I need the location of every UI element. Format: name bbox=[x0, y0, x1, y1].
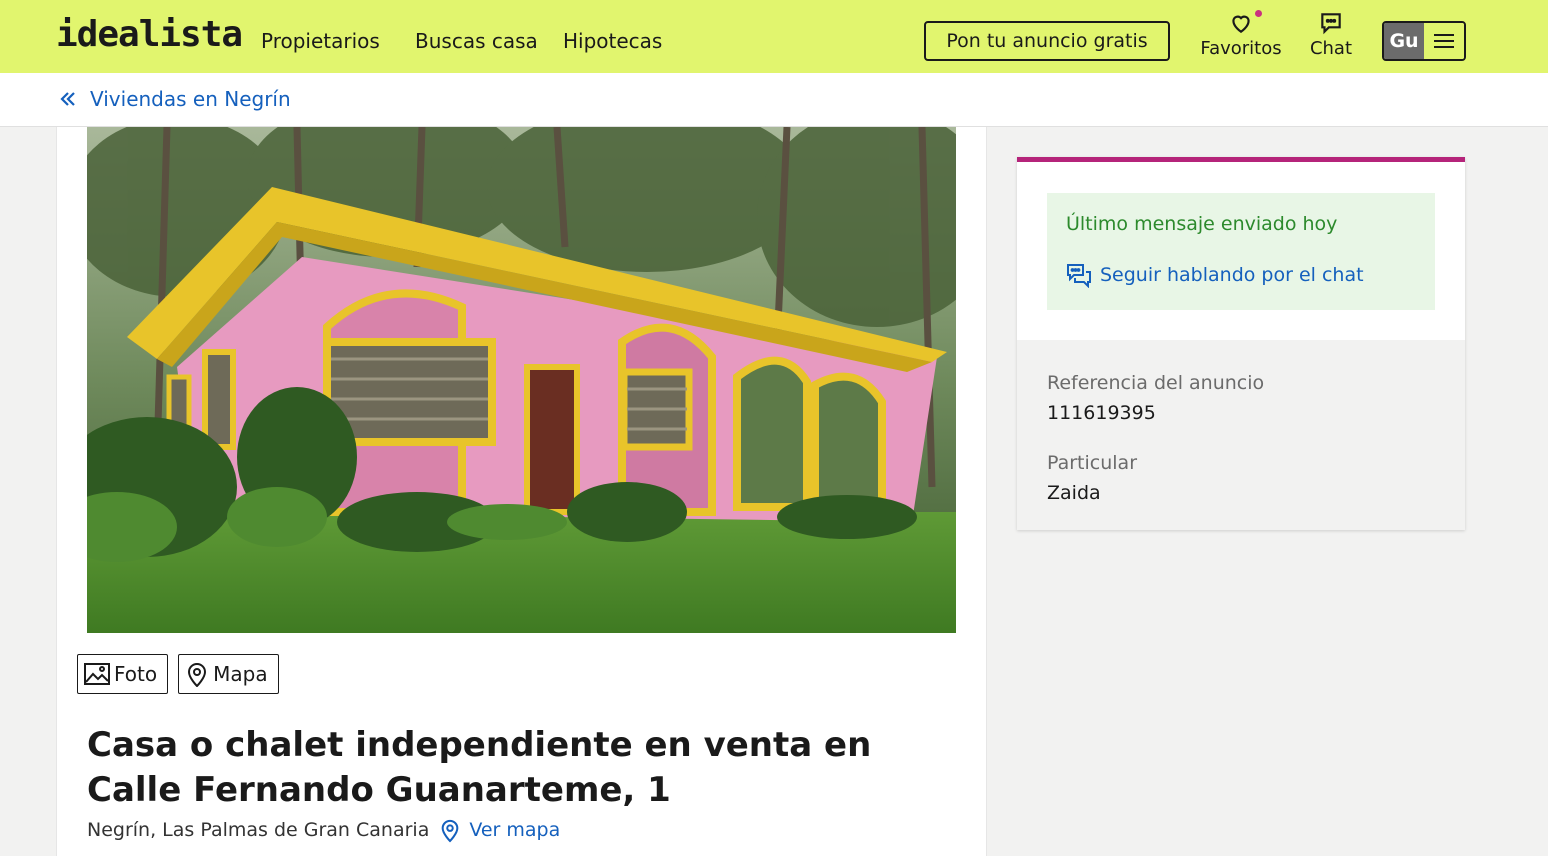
message-status-box: Último mensaje enviado hoy Seguir hablan… bbox=[1047, 193, 1435, 310]
location-pin-icon bbox=[188, 663, 207, 687]
contact-card: Último mensaje enviado hoy Seguir hablan… bbox=[1017, 157, 1465, 530]
nav-propietarios[interactable]: Propietarios bbox=[261, 29, 380, 53]
advertiser-type: Particular bbox=[1047, 452, 1138, 474]
chat-label: Chat bbox=[1309, 38, 1353, 59]
reference-label: Referencia del anuncio bbox=[1047, 372, 1265, 394]
location-text: Negrín, Las Palmas de Gran Canaria bbox=[87, 819, 430, 841]
top-header: idealista Propietarios Buscas casa Hipot… bbox=[0, 0, 1548, 73]
image-icon bbox=[84, 663, 110, 685]
chat-bubbles-icon bbox=[1067, 264, 1091, 288]
double-chevron-left-icon bbox=[60, 92, 75, 106]
reference-value: 111619395 bbox=[1047, 402, 1156, 424]
publish-ad-button[interactable]: Pon tu anuncio gratis bbox=[924, 21, 1170, 61]
continue-chat-link[interactable]: Seguir hablando por el chat bbox=[1066, 262, 1364, 288]
user-avatar: Gu bbox=[1384, 23, 1424, 59]
house-photo-illustration bbox=[87, 127, 956, 633]
breadcrumb-bar: Viviendas en Negrín bbox=[0, 73, 1548, 127]
nav-buscas-casa[interactable]: Buscas casa bbox=[415, 29, 538, 53]
favorites-button[interactable]: Favoritos bbox=[1198, 10, 1284, 59]
media-toolbar: Foto Mapa bbox=[77, 654, 279, 694]
notification-dot bbox=[1255, 10, 1262, 17]
map-tab-label: Mapa bbox=[213, 662, 268, 686]
map-tab-button[interactable]: Mapa bbox=[178, 654, 279, 694]
nav-hipotecas[interactable]: Hipotecas bbox=[563, 29, 662, 53]
photo-tab-label: Foto bbox=[114, 662, 158, 686]
view-map-label: Ver mapa bbox=[469, 819, 561, 841]
idealista-logo[interactable]: idealista bbox=[56, 14, 243, 55]
photo-tab-button[interactable]: Foto bbox=[77, 654, 169, 694]
hamburger-icon bbox=[1424, 23, 1464, 59]
breadcrumb-label: Viviendas en Negrín bbox=[90, 87, 291, 111]
last-message-status: Último mensaje enviado hoy bbox=[1066, 213, 1338, 235]
view-map-link[interactable]: Ver mapa bbox=[439, 817, 560, 843]
listing-main: Foto Mapa Casa o chalet independiente en… bbox=[56, 127, 987, 856]
listing-title: Casa o chalet independiente en venta en … bbox=[87, 725, 872, 810]
chat-button[interactable]: Chat bbox=[1306, 10, 1356, 59]
location-pin-icon bbox=[442, 819, 459, 843]
listing-photo[interactable] bbox=[87, 127, 956, 633]
advertiser-name: Zaida bbox=[1047, 482, 1101, 504]
continue-chat-label: Seguir hablando por el chat bbox=[1100, 264, 1364, 286]
heart-icon bbox=[1232, 15, 1250, 33]
chat-bubble-icon bbox=[1321, 13, 1341, 35]
breadcrumb-back-link[interactable]: Viviendas en Negrín bbox=[58, 87, 291, 111]
listing-location: Negrín, Las Palmas de Gran Canaria Ver m… bbox=[87, 817, 560, 843]
ad-info-section: Referencia del anuncio 111619395 Particu… bbox=[1017, 340, 1465, 530]
favorites-label: Favoritos bbox=[1200, 38, 1282, 59]
user-menu-button[interactable]: Gu bbox=[1382, 21, 1466, 61]
